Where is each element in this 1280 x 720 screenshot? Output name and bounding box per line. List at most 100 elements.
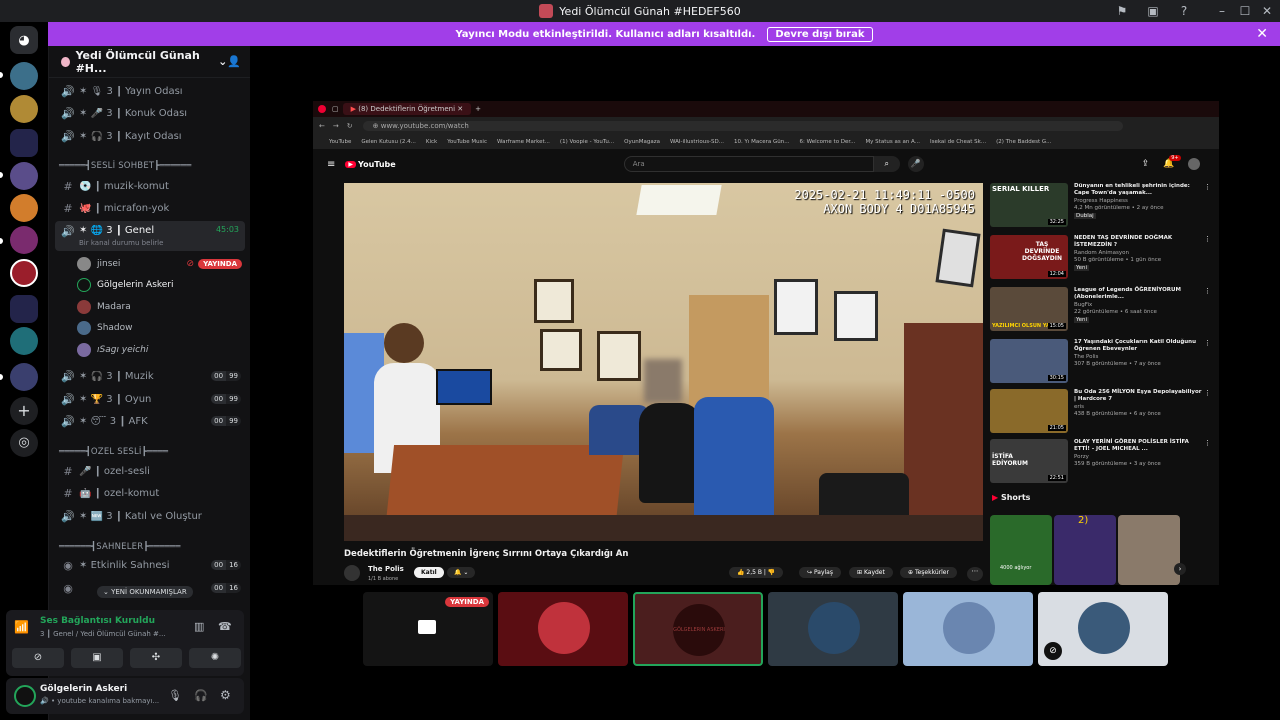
channel-status[interactable]: Bir kanal durumu belirle <box>79 239 163 247</box>
more-icon[interactable]: ⋮ <box>1204 339 1211 387</box>
help-icon[interactable]: ? <box>1176 3 1192 19</box>
related-video[interactable]: YAZILIMCI OLSUN YAS 15:05 League of Legen… <box>990 287 1215 335</box>
channel-konuk[interactable]: 🔊 ✶ 🎤 3 ┃ Konuk Odası <box>55 103 245 123</box>
channel-kayit[interactable]: 🔊 ✶ 🎧 3 ┃ Kayıt Odası <box>55 126 245 146</box>
minimize-icon[interactable]: – <box>1214 3 1230 19</box>
screen-share-button[interactable]: ▣ <box>71 648 123 668</box>
explore-icon[interactable]: ◎ <box>10 429 38 457</box>
server-icon[interactable] <box>10 95 38 123</box>
settings-icon[interactable]: ⚙ <box>220 688 231 702</box>
server-icon[interactable] <box>10 259 38 287</box>
search-icon[interactable]: ⌕ <box>873 156 900 172</box>
bookmark[interactable]: My Status as an A... <box>865 139 920 145</box>
channel-katil[interactable]: 🔊 ✶ 🆕 3 ┃ Katıl ve Oluştur <box>55 506 245 526</box>
bookmark[interactable]: Warframe Market... <box>497 139 550 145</box>
new-unreads-pill[interactable]: ⌄ YENİ OKUNMAMIŞLAR <box>97 586 193 598</box>
short-video[interactable]: 4000 ağlıyor <box>990 515 1052 585</box>
address-bar[interactable]: ⊕ www.youtube.com/watch <box>362 121 1123 131</box>
notifications-icon[interactable]: 🔔 9+ <box>1163 155 1181 169</box>
avatar[interactable] <box>1188 158 1201 170</box>
close-icon[interactable]: ✕ <box>1256 26 1268 42</box>
bookmark[interactable]: (1) Voopie - YouTu... <box>560 139 614 145</box>
channel-oyun[interactable]: 🔊 ✶ 🏆 3 ┃ Oyun 00 99 <box>55 389 245 409</box>
category-sesli[interactable]: ═════┫SESLİ SOHBET┣══════ <box>59 161 192 171</box>
bookmark[interactable]: 10. Yı Macera Gün... <box>734 139 790 145</box>
username[interactable]: Gölgelerin Askeri <box>40 684 127 694</box>
folder-icon[interactable] <box>10 129 38 157</box>
channel-ozel-sesli[interactable]: # 🎤 ┃ ozel-sesli <box>55 461 245 481</box>
voice-status[interactable]: Ses Bağlantısı Kuruldu <box>40 616 155 626</box>
channel-etkinlik[interactable]: ◉ ✶ Etkinlik Sahnesi 00 16 <box>55 555 245 575</box>
bookmark[interactable]: YouTube <box>329 139 351 145</box>
avatar[interactable] <box>14 685 36 707</box>
related-video[interactable]: 21:05 Bu Oda 256 MİLYON Eşya Depolayabil… <box>990 389 1215 437</box>
invite-icon[interactable]: 👤 <box>227 55 241 68</box>
participant-tile[interactable] <box>498 592 628 666</box>
folder-icon[interactable] <box>10 295 38 323</box>
server-icon[interactable] <box>10 162 38 190</box>
bookmark[interactable]: Isekai de Cheat Sk... <box>930 139 986 145</box>
new-tab-icon[interactable]: + <box>475 105 481 113</box>
disable-streamer-mode-button[interactable]: Devre dışı bırak <box>767 26 873 42</box>
server-icon[interactable] <box>10 194 38 222</box>
video-player[interactable]: 2025-02-21 11:49:11 -0500 AXON BODY 4 D0… <box>344 183 983 541</box>
channel-muzik[interactable]: 🔊 ✶ 🎧 3 ┃ Muzik 00 99 <box>55 366 245 386</box>
server-header[interactable]: Yedi Ölümcül Günah #H... ⌄ 👤 <box>49 46 251 78</box>
join-button[interactable]: Katıl <box>414 567 444 578</box>
bookmark[interactable]: WAI-illustrious-SD... <box>670 139 724 145</box>
menu-icon[interactable]: ≡ <box>327 159 335 170</box>
voice-user[interactable]: Madara <box>77 297 242 316</box>
thanks-button[interactable]: ⊕ Teşekkürler <box>900 567 957 578</box>
channel-name[interactable]: The Polis <box>368 565 404 573</box>
voice-search-icon[interactable]: 🎤 <box>907 156 924 172</box>
category-sahne[interactable]: ══════┫SAHNELER┣══════ <box>59 542 181 552</box>
voice-channel[interactable]: 3 ┃ Genel / Yedi Ölümcül Günah #... <box>40 630 166 638</box>
more-icon[interactable]: ⋯ <box>967 567 983 581</box>
participant-tile[interactable]: GÖLGELERIN ASKERI <box>633 592 763 666</box>
more-icon[interactable]: ⋮ <box>1204 439 1211 487</box>
back-icon[interactable]: ← <box>319 122 325 130</box>
participant-tile[interactable] <box>768 592 898 666</box>
server-icon[interactable] <box>10 226 38 254</box>
voice-user[interactable]: jinsei ⊘ YAYINDA <box>77 254 242 273</box>
more-icon[interactable]: ⋮ <box>1204 389 1211 437</box>
channel-afk[interactable]: 🔊 ✶ 😴 3 ┃ AFK 00 99 <box>55 411 245 431</box>
bookmark[interactable]: (2) The Baddest G... <box>996 139 1051 145</box>
voice-user[interactable]: Shadow <box>77 318 242 337</box>
streamed-browser[interactable]: ▢ ▶ (8) Dedektiflerin Öğretmeni ✕ + ← → … <box>313 101 1219 585</box>
camera-button[interactable]: ⊘ <box>12 648 64 668</box>
soundboard-button[interactable]: ✺ <box>189 648 241 668</box>
bookmark[interactable]: 6: Welcome to Der... <box>800 139 856 145</box>
related-video[interactable]: SERIAL KILLER 32:25 Dünyanın en tehlikeli… <box>990 183 1215 231</box>
bookmark[interactable]: Gelen Kutusu (2.4... <box>361 139 416 145</box>
short-video[interactable] <box>1118 515 1180 585</box>
share-button[interactable]: ↪ Paylaş <box>799 567 841 578</box>
disconnect-icon[interactable]: ☎ <box>218 620 232 633</box>
channel-mikrofon[interactable]: # 🐙 ┃ micrafon-yok <box>55 198 245 218</box>
youtube-logo[interactable]: ▶ YouTube <box>345 160 396 169</box>
noise-icon[interactable]: ▥ <box>194 620 204 633</box>
participant-tile[interactable] <box>903 592 1033 666</box>
like-button[interactable]: 👍 2,5 B | 👎 <box>729 567 784 578</box>
add-server-icon[interactable]: + <box>10 397 38 425</box>
discord-home-icon[interactable]: ◕ <box>10 26 38 54</box>
custom-status[interactable]: 🔊 • youtube kanalıma bakmayı... <box>40 697 159 705</box>
inbox-icon[interactable]: ⚑ <box>1114 3 1130 19</box>
reload-icon[interactable]: ↻ <box>347 122 353 130</box>
server-icon[interactable] <box>10 327 38 355</box>
short-video[interactable]: 2) <box>1054 515 1116 585</box>
chevron-right-icon[interactable]: › <box>1174 563 1186 575</box>
headphones-icon[interactable]: 🎧 <box>194 689 208 702</box>
microphone-icon[interactable]: 🎙 <box>168 689 182 702</box>
related-video[interactable]: İSTİFA EDİYORUM 22:51 OLAY YERİNİ GÖREN P… <box>990 439 1215 487</box>
maximize-icon[interactable]: ☐ <box>1237 3 1253 19</box>
related-video[interactable]: TAŞ DEVRİNDE DOĞSAYDIN 12:04 NEDEN TAŞ DE… <box>990 235 1215 283</box>
voice-user[interactable]: Gölgelerin Askeri <box>77 275 242 294</box>
avatar[interactable] <box>344 565 360 581</box>
bookmark[interactable]: Kick <box>426 139 437 145</box>
participant-tile[interactable]: YAYINDA <box>363 592 493 666</box>
upload-icon[interactable]: ⇪ <box>1142 159 1150 169</box>
channel-muzik-komut[interactable]: # 💿 ┃ muzik-komut <box>55 176 245 196</box>
category-ozel[interactable]: ═════┫OZEL SESLİ┣════ <box>59 447 168 457</box>
subscribed-bell-icon[interactable]: 🔔 ⌄ <box>447 567 476 578</box>
